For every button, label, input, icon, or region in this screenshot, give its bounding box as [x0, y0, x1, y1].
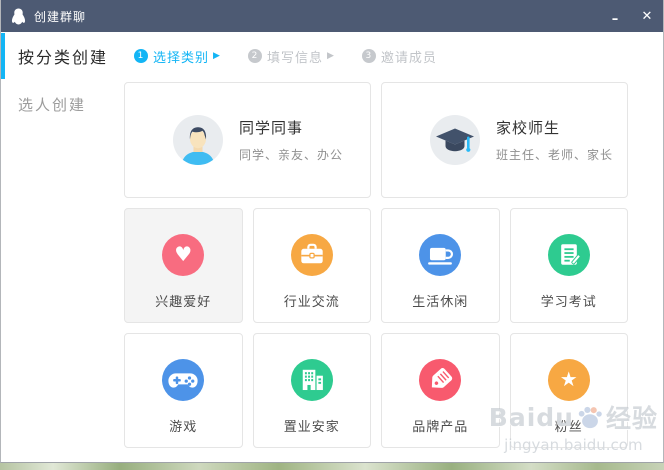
step-number-badge: 2 — [247, 49, 262, 63]
minimize-button[interactable]: – — [599, 0, 631, 32]
close-button[interactable]: ✕ — [631, 0, 663, 32]
step-number-badge: 3 — [361, 49, 376, 63]
tab-create-by-selecting-people[interactable]: 选人创建 — [18, 96, 86, 114]
category-card[interactable]: ★ 粉丝 — [509, 333, 628, 448]
category-card[interactable]: 生活休闲 — [381, 208, 500, 323]
category-card-label: 粉丝 — [554, 420, 583, 435]
qq-logo-icon — [11, 8, 26, 25]
building-icon — [290, 359, 333, 401]
category-card-label: 置业安家 — [283, 420, 340, 435]
title-bar: 创建群聊 – ✕ — [1, 0, 663, 32]
wizard-header: 按分类创建 1 选择类别 ▶ 2 填写信息 ▶ 3 邀请成员 — [1, 32, 663, 80]
category-card[interactable]: ♥ 兴趣爱好 — [124, 208, 243, 323]
step-2: 2 填写信息 ▶ — [247, 47, 335, 66]
window-title: 创建群聊 — [34, 9, 87, 24]
price-tag-icon — [419, 359, 462, 401]
step-1: 1 选择类别 ▶ — [134, 47, 221, 66]
briefcase-icon — [290, 234, 333, 276]
graduation-cap-icon — [429, 114, 481, 166]
step-3: 3 邀请成员 — [361, 47, 437, 66]
star-icon: ★ — [547, 359, 590, 401]
step-label: 选择类别 — [153, 50, 210, 66]
category-card-label: 学习考试 — [540, 295, 597, 310]
category-card-featured[interactable]: 家校师生班主任、老师、家长 — [381, 82, 628, 198]
create-group-chat-dialog: 创建群聊 – ✕ 按分类创建 1 选择类别 ▶ 2 填写信息 ▶ 3 邀请成员 选人创建 同学… — [0, 0, 664, 463]
step-label: 邀请成员 — [380, 50, 437, 66]
category-card-title: 同学同事 — [239, 119, 304, 137]
category-card-label: 生活休闲 — [412, 295, 469, 310]
active-tab-accent-bar — [1, 33, 5, 79]
category-card-label: 游戏 — [169, 420, 198, 435]
category-card-subtitle: 班主任、老师、家长 — [496, 148, 614, 162]
gamepad-icon — [162, 359, 205, 401]
step-number-badge: 1 — [134, 49, 149, 63]
category-card-title: 家校师生 — [496, 119, 561, 137]
category-card-label: 品牌产品 — [412, 420, 469, 435]
step-arrow-icon: ▶ — [326, 51, 335, 61]
wizard-steps: 1 选择类别 ▶ 2 填写信息 ▶ 3 邀请成员 — [134, 47, 464, 66]
category-card-label: 兴趣爱好 — [155, 295, 212, 310]
coffee-cup-icon — [419, 234, 462, 276]
category-card-subtitle: 同学、亲友、办公 — [239, 148, 344, 162]
category-card[interactable]: 行业交流 — [252, 208, 371, 323]
category-card[interactable]: 游戏 — [124, 333, 243, 448]
tab-create-by-category[interactable]: 按分类创建 — [18, 44, 108, 68]
step-arrow-icon: ▶ — [213, 51, 221, 61]
document-icon — [547, 234, 590, 276]
category-card[interactable]: 品牌产品 — [381, 333, 500, 448]
desktop-background-strip — [0, 463, 664, 470]
student-avatar-icon — [172, 114, 224, 166]
category-card[interactable]: 学习考试 — [509, 208, 628, 323]
category-card[interactable]: 置业安家 — [252, 333, 371, 448]
category-card-label: 行业交流 — [283, 295, 340, 310]
step-label: 填写信息 — [266, 50, 323, 66]
category-grid: 同学同事 同学、亲友、办公 家校师生 班主任、老师、家长 ♥ 兴趣爱好 行业交流 生活休闲 学习… — [124, 82, 628, 448]
sidebar: 选人创建 — [1, 80, 124, 448]
heart-icon: ♥ — [162, 234, 205, 276]
category-card-featured[interactable]: 同学同事同学、亲友、办公 — [124, 82, 371, 198]
